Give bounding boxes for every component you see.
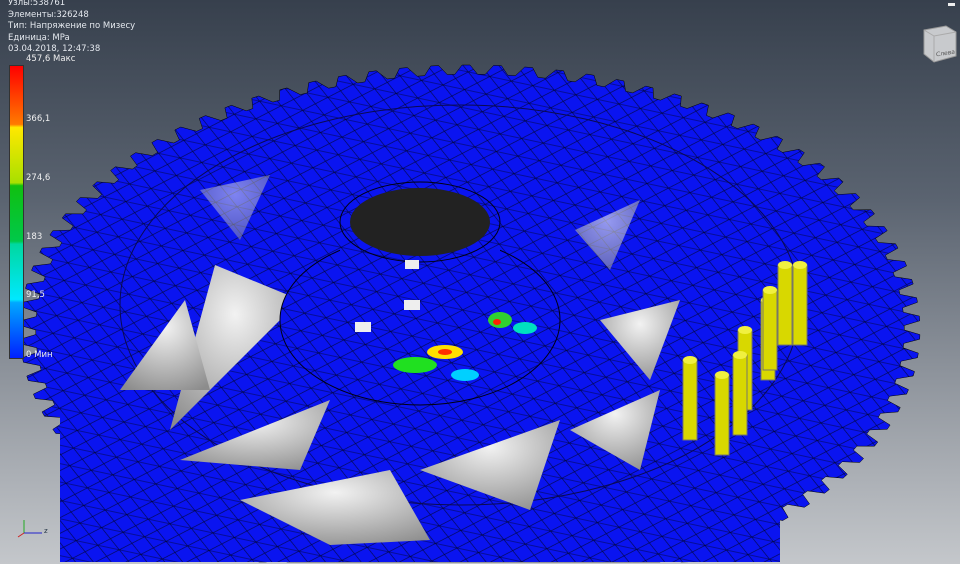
axis-z-label: z [44, 527, 48, 535]
pin [777, 264, 793, 346]
color-legend-bar [9, 65, 24, 359]
legend-value-4: 366,1 [26, 114, 51, 124]
legend-value-1: 91,5 [26, 290, 45, 300]
pin-top [715, 371, 729, 379]
nodes-count: Узлы:538761 [8, 0, 66, 8]
result-unit: Единица: MPa [8, 32, 70, 43]
pin [762, 289, 778, 371]
pin-top [683, 356, 697, 364]
pin [682, 359, 698, 441]
view-cube-icon[interactable] [922, 24, 958, 64]
axis-triad-icon [17, 520, 42, 538]
load-marker [405, 260, 419, 269]
pin [732, 354, 748, 436]
pin [714, 374, 730, 456]
result-type: Тип: Напряжение по Мизесу [8, 21, 136, 31]
elements-count: Элементы:326248 [8, 9, 89, 20]
legend-value-3: 274,6 [26, 173, 51, 183]
fea-model-viewport[interactable] [0, 0, 960, 564]
legend-max: 457,6 Макс [26, 54, 76, 64]
pin-top [763, 286, 777, 294]
home-view-icon[interactable] [948, 3, 955, 6]
view-cube[interactable]: Слева [922, 24, 958, 64]
pin-top [738, 326, 752, 334]
info-panel: Узлы:538761 Элементы:326248 Тип: Напряже… [8, 0, 135, 56]
load-marker [404, 300, 420, 310]
load-marker [355, 322, 371, 332]
pin [792, 264, 808, 346]
legend-value-2: 183 [26, 232, 43, 242]
pin-top [733, 351, 747, 359]
axis-triad: z [14, 515, 54, 540]
pin-top [778, 261, 792, 269]
legend-min: 0 Мин [26, 350, 53, 360]
pin-top [793, 261, 807, 269]
spline-bore [350, 188, 490, 256]
